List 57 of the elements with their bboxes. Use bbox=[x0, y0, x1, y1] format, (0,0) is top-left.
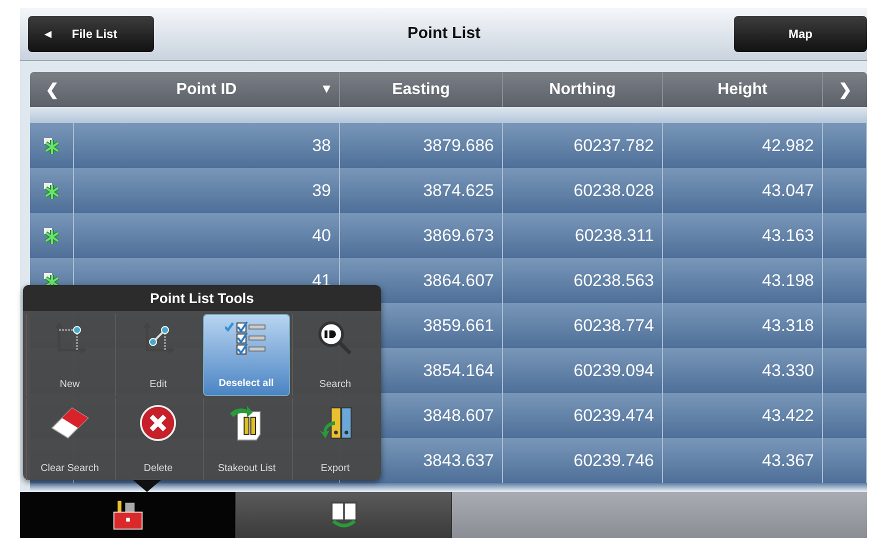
popup-pointer bbox=[133, 480, 161, 492]
tool-button[interactable]: Stakeout List bbox=[203, 398, 290, 480]
tool-button[interactable]: New bbox=[26, 314, 112, 396]
toolbox-icon bbox=[112, 499, 144, 531]
table-cell: 43.422 bbox=[762, 406, 814, 426]
tool-button[interactable]: Deselect all bbox=[203, 314, 290, 396]
table-cell: 60239.746 bbox=[574, 450, 654, 470]
table-cell: 38 bbox=[312, 136, 331, 156]
map-button[interactable]: Map bbox=[734, 16, 867, 52]
tool-button[interactable]: Export bbox=[292, 398, 378, 480]
tool-button[interactable]: Delete bbox=[114, 398, 201, 480]
scroll-left-button[interactable]: ❮ bbox=[30, 72, 74, 107]
table-cell: 3874.625 bbox=[423, 180, 494, 200]
popup-title: Point List Tools bbox=[150, 290, 254, 306]
table-cell: 43.163 bbox=[762, 226, 814, 246]
bottom-tab[interactable] bbox=[20, 492, 236, 538]
book-icon bbox=[328, 500, 358, 530]
table-cell: 3864.607 bbox=[423, 270, 494, 290]
asterisk-point-icon bbox=[42, 182, 60, 200]
table-cell: 60238.028 bbox=[574, 180, 654, 200]
column-header[interactable]: Northing bbox=[549, 80, 616, 98]
table-cell: 60238.563 bbox=[574, 270, 654, 290]
checklist-icon bbox=[225, 321, 268, 357]
table-cell: 43.047 bbox=[762, 180, 814, 200]
table-cell: 39 bbox=[312, 180, 331, 200]
column-header[interactable]: Height bbox=[718, 80, 768, 98]
table-cell: 43.198 bbox=[762, 270, 814, 290]
sort-indicator: ▼ bbox=[320, 81, 333, 96]
tool-button[interactable]: Edit bbox=[114, 314, 201, 396]
scroll-right-button[interactable]: ❯ bbox=[823, 72, 867, 107]
search-icon bbox=[317, 320, 354, 356]
table-cell: 60239.094 bbox=[574, 360, 654, 380]
table-cell: 60239.474 bbox=[574, 406, 654, 426]
table-cell: 60238.311 bbox=[574, 226, 654, 246]
table-cell: 3848.607 bbox=[423, 406, 494, 426]
table-cell: 60238.774 bbox=[574, 316, 654, 336]
screen-title: Point List bbox=[408, 25, 480, 43]
tool-button[interactable]: Clear Search bbox=[26, 398, 112, 480]
table-cell: 3869.673 bbox=[423, 226, 494, 246]
delete-icon bbox=[139, 404, 178, 442]
table-cell: 3854.164 bbox=[423, 360, 494, 380]
table-cell: 43.318 bbox=[762, 316, 814, 336]
tool-button[interactable]: Search bbox=[292, 314, 378, 396]
table-cell: 3843.637 bbox=[423, 450, 494, 470]
table-cell: 40 bbox=[312, 226, 331, 246]
table-cell: 3879.686 bbox=[423, 136, 494, 156]
column-header[interactable]: Easting bbox=[392, 80, 450, 98]
table-cell: 43.330 bbox=[762, 360, 814, 380]
asterisk-point-icon bbox=[42, 136, 60, 154]
column-header[interactable]: Point ID bbox=[176, 80, 237, 98]
bottom-tab[interactable] bbox=[236, 492, 452, 538]
table-cell: 60237.782 bbox=[574, 136, 654, 156]
table-cell: 42.982 bbox=[762, 136, 814, 156]
asterisk-point-icon bbox=[42, 226, 60, 244]
file-list-button[interactable]: ◄ File List bbox=[28, 16, 154, 52]
table-cell: 3859.661 bbox=[423, 316, 494, 336]
table-cell: 43.367 bbox=[762, 450, 814, 470]
